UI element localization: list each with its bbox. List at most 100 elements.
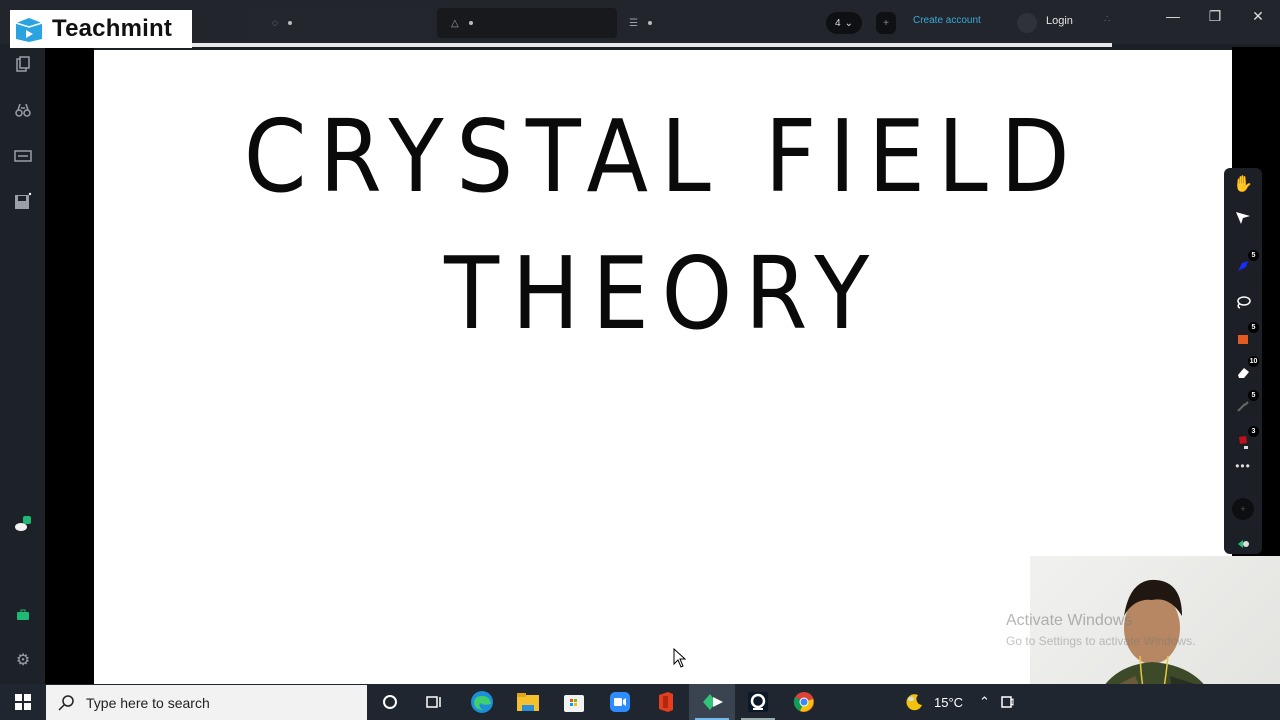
search-icon <box>58 694 74 711</box>
minimize-button[interactable]: — <box>1158 8 1188 24</box>
restore-icon: ❐ <box>1208 7 1222 24</box>
lasso-tool[interactable] <box>1233 292 1253 312</box>
zoom-dial-icon: + <box>1240 504 1246 514</box>
store-icon <box>564 695 584 712</box>
taskbar-app-office[interactable] <box>643 684 689 720</box>
taskbar-app-webcam[interactable] <box>735 684 781 720</box>
highlighter-tool[interactable]: 5 <box>1233 322 1259 348</box>
taskbar-app-chrome[interactable] <box>781 684 827 720</box>
webcam-app-icon <box>748 692 768 712</box>
cloud-sync-icon <box>15 516 31 531</box>
chevron-down-icon: ⌄ <box>844 17 853 29</box>
save-icon <box>15 192 32 209</box>
binoculars-icon <box>15 103 31 117</box>
teachmint-logo-icon <box>15 18 43 42</box>
dot-icon <box>468 21 473 25</box>
login-button[interactable]: Login <box>1046 15 1073 27</box>
task-view-button[interactable] <box>411 684 457 720</box>
office-icon <box>659 692 673 712</box>
handwritten-title-line2: THEORY <box>444 235 882 352</box>
shapes-icon <box>1237 401 1249 412</box>
pen-blue-icon <box>1238 261 1248 271</box>
lasso-icon <box>1237 296 1251 309</box>
fill-tool[interactable]: 3 <box>1233 426 1259 452</box>
fill-badge: 3 <box>1248 426 1259 437</box>
shapes-tool[interactable]: 5 <box>1233 390 1259 416</box>
system-tray: 15°C ⌃ <box>906 684 1014 720</box>
more-icon: ••• <box>1235 459 1251 473</box>
sidebar-item-search[interactable] <box>13 100 33 120</box>
sidebar-item-pages[interactable] <box>13 54 33 74</box>
pen-width-badge: 5 <box>1248 250 1259 261</box>
pointer-tool[interactable] <box>1233 208 1253 228</box>
start-button[interactable] <box>0 684 45 720</box>
mouse-cursor-icon <box>673 648 687 668</box>
hand-pan-icon: ✋ <box>1233 176 1253 193</box>
sidebar-item-save[interactable] <box>13 191 33 211</box>
search-placeholder: Type here to search <box>86 694 210 711</box>
user-avatar-icon[interactable] <box>1017 13 1037 33</box>
teachmint-logo: Teachmint <box>10 10 192 48</box>
copy-pages-icon <box>16 56 30 72</box>
hand-pan-tool[interactable]: ✋ <box>1233 174 1253 194</box>
top-bar: ◌ △ ☰ 4 ⌄ + Create account Login ∴ — ❐ ✕ <box>0 0 1280 44</box>
more-tools-button[interactable]: ••• <box>1233 456 1253 476</box>
taskbar-app-edge[interactable] <box>459 684 505 720</box>
undo-tool[interactable]: ◌ <box>272 12 292 34</box>
taskbar-app-whiteboard[interactable] <box>689 684 735 720</box>
board-left-margin <box>45 47 94 684</box>
camera-tray-icon[interactable] <box>1000 694 1014 710</box>
page-number: 4 <box>835 17 841 29</box>
edge-icon <box>471 691 493 713</box>
add-page-button[interactable]: + <box>876 12 896 34</box>
highlighter-width-badge: 5 <box>1248 322 1259 333</box>
taskbar-app-file-explorer[interactable] <box>505 684 551 720</box>
sidebar-item-sync[interactable] <box>13 514 33 534</box>
weather-moon-icon[interactable] <box>906 693 924 711</box>
sidebar-item-slides[interactable] <box>13 146 33 166</box>
fill-red-icon <box>1239 436 1248 449</box>
share-icon[interactable]: ∴ <box>1104 14 1110 25</box>
dot-icon <box>647 21 652 25</box>
left-sidebar: ⚙ <box>0 44 45 684</box>
close-button[interactable]: ✕ <box>1243 8 1273 24</box>
pointer-icon <box>1236 212 1250 224</box>
stack-icon: ☰ <box>629 17 638 29</box>
taskbar-app-store[interactable] <box>551 684 597 720</box>
sidebar-item-classroom[interactable] <box>13 605 33 625</box>
taskbar-app-zoom[interactable] <box>597 684 643 720</box>
close-icon: ✕ <box>1252 7 1264 24</box>
highlighter-orange-icon <box>1238 335 1248 344</box>
taskbar-search-input[interactable]: Type here to search <box>46 685 367 720</box>
shapes-badge: 5 <box>1248 390 1259 401</box>
settings-gear-icon: ⚙ <box>15 652 31 669</box>
layer-tool[interactable]: △ <box>451 12 473 34</box>
cortana-button[interactable] <box>367 684 413 720</box>
eraser-tool[interactable]: 10 <box>1233 356 1259 382</box>
pen-green-tool[interactable] <box>1233 534 1253 554</box>
progress-divider <box>192 43 1112 47</box>
activate-windows-subtext: Go to Settings to activate Windows. <box>1006 634 1196 648</box>
restore-button[interactable]: ❐ <box>1200 8 1230 24</box>
pen-blue-tool[interactable]: 5 <box>1233 250 1259 276</box>
windows-logo-icon <box>14 694 31 710</box>
cortana-icon <box>383 695 397 709</box>
eraser-size-badge: 10 <box>1248 356 1259 367</box>
drawing-toolbar: ✋ 5 5 10 5 3 ••• + <box>1224 168 1262 554</box>
eraser-icon <box>1238 368 1249 378</box>
zoom-dial[interactable]: + <box>1232 498 1254 520</box>
create-account-link[interactable]: Create account <box>913 15 981 26</box>
sidebar-item-settings[interactable]: ⚙ <box>13 650 33 670</box>
page-selector[interactable]: 4 ⌄ <box>826 12 862 34</box>
weather-temperature[interactable]: 15°C <box>934 695 963 710</box>
chevron-up-icon[interactable]: ⌃ <box>979 694 990 710</box>
background-tool[interactable]: ☰ <box>629 12 652 34</box>
folder-icon <box>517 693 539 711</box>
handwritten-title-line1: CRYSTAL FIELD <box>243 98 1083 215</box>
zoom-video-icon <box>610 692 630 712</box>
shapes-icon: △ <box>451 17 459 29</box>
minimize-icon: — <box>1166 8 1180 24</box>
brand-name: Teachmint <box>52 15 173 42</box>
whiteboard-app-icon <box>703 694 723 710</box>
tool-icon: ◌ <box>272 17 278 29</box>
